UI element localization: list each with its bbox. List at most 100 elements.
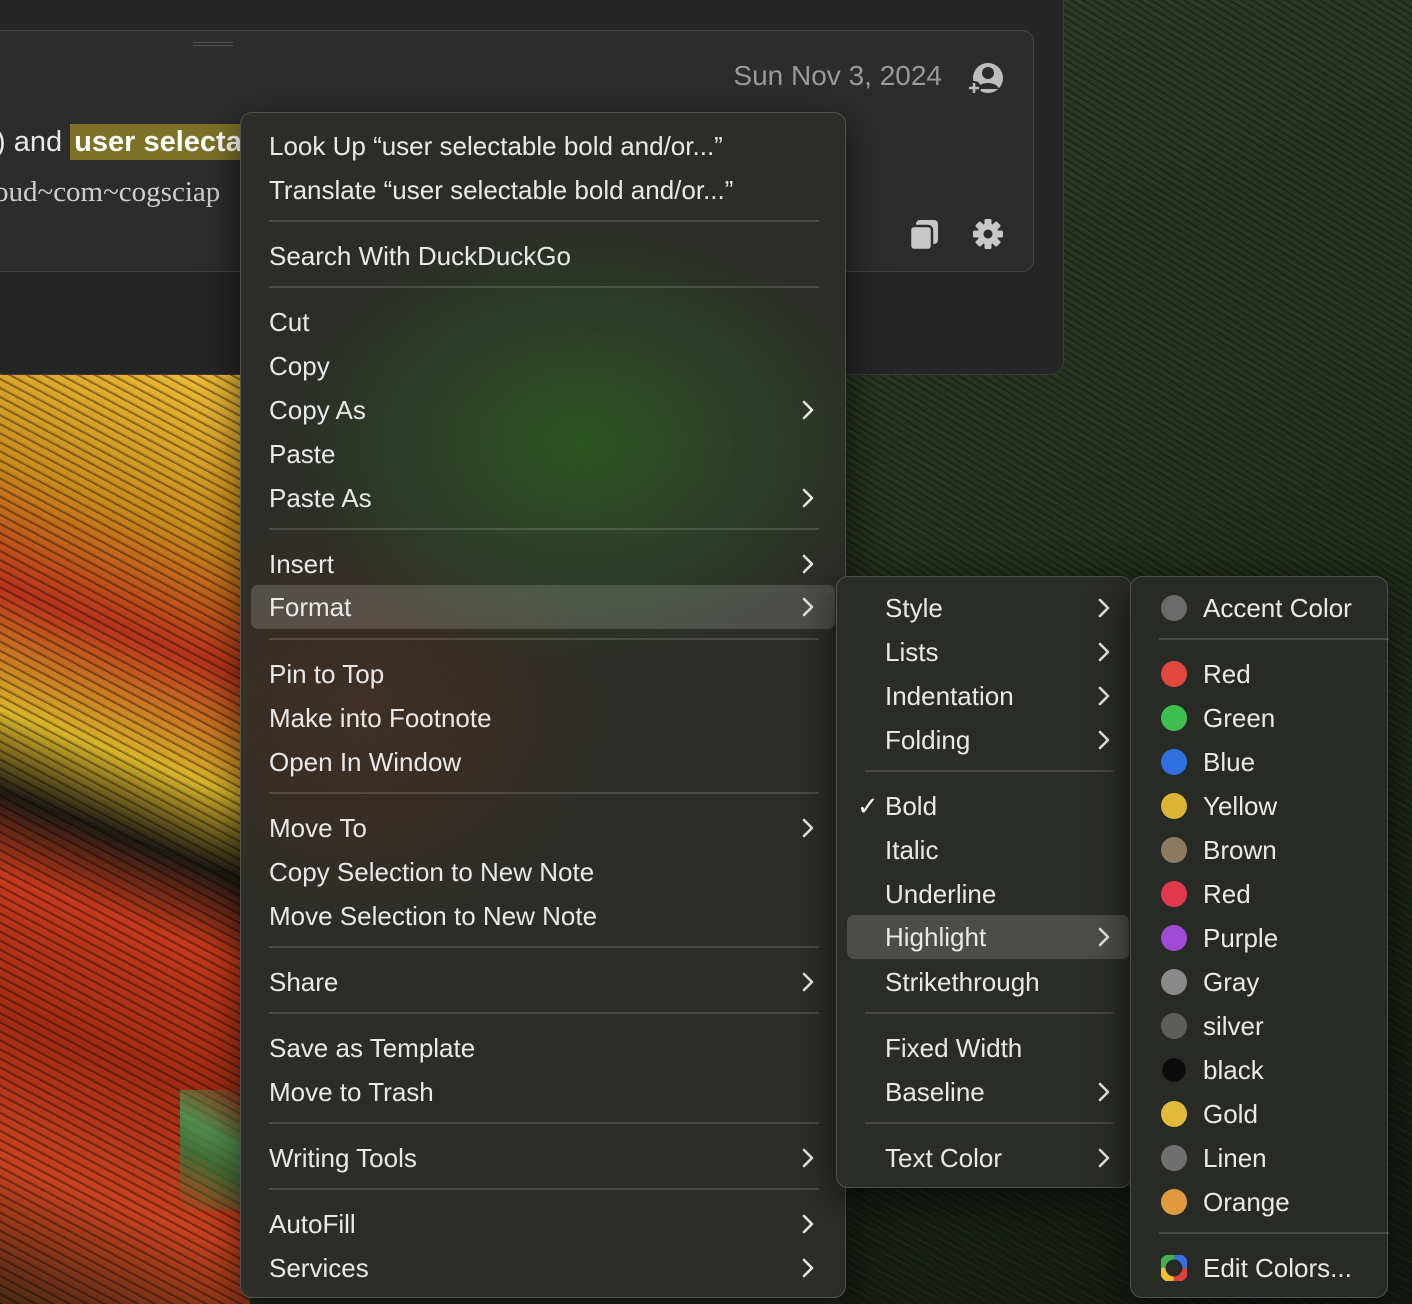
menu-item-color-gold[interactable]: Gold <box>1203 1092 1383 1136</box>
chevron-right-icon <box>1098 598 1110 618</box>
menu-item-text-color[interactable]: Text Color <box>885 1136 1121 1180</box>
color-swatch <box>1161 1013 1187 1039</box>
color-swatch <box>1161 925 1187 951</box>
menu-separator <box>269 1188 819 1190</box>
format-submenu: Style Lists Indentation Folding ✓ Bold I… <box>836 576 1132 1188</box>
color-wheel-icon <box>1161 1255 1187 1281</box>
menu-item-lists[interactable]: Lists <box>885 630 1121 674</box>
menu-item-look-up[interactable]: Look Up “user selectable bold and/or...” <box>269 124 829 168</box>
menu-item-color-linen[interactable]: Linen <box>1203 1136 1383 1180</box>
menu-item-strikethrough[interactable]: Strikethrough <box>885 960 1121 1004</box>
chevron-right-icon <box>1098 1148 1110 1168</box>
menu-item-baseline[interactable]: Baseline <box>885 1070 1121 1114</box>
menu-item-color-purple[interactable]: Purple <box>1203 916 1383 960</box>
menu-item-search-duckduckgo[interactable]: Search With DuckDuckGo <box>269 234 829 278</box>
menu-item-autofill[interactable]: AutoFill <box>269 1202 829 1246</box>
chevron-right-icon <box>1098 686 1110 706</box>
menu-item-highlight[interactable]: Highlight <box>885 915 1121 959</box>
chevron-right-icon <box>802 400 814 420</box>
menu-item-color-black[interactable]: black <box>1203 1048 1383 1092</box>
menu-item-color-blue[interactable]: Blue <box>1203 740 1383 784</box>
menu-item-color-gray[interactable]: Gray <box>1203 960 1383 1004</box>
chevron-right-icon <box>802 1148 814 1168</box>
color-swatch <box>1161 661 1187 687</box>
note-text-line-2: oud~com~cogsciap <box>0 176 221 208</box>
desktop-wallpaper-left <box>0 370 250 1304</box>
menu-item-format[interactable]: Format <box>269 585 829 629</box>
menu-item-make-footnote[interactable]: Make into Footnote <box>269 696 829 740</box>
menu-item-copy-as[interactable]: Copy As <box>269 388 829 432</box>
note-text-line-1: ) and user selecta <box>0 124 246 160</box>
chevron-right-icon <box>802 488 814 508</box>
menu-item-move-to-trash[interactable]: Move to Trash <box>269 1070 829 1114</box>
menu-item-indentation[interactable]: Indentation <box>885 674 1121 718</box>
context-menu: Look Up “user selectable bold and/or...”… <box>240 112 846 1298</box>
menu-item-color-silver[interactable]: silver <box>1203 1004 1383 1048</box>
menu-item-underline[interactable]: Underline <box>885 872 1121 916</box>
menu-separator <box>269 1012 819 1014</box>
menu-item-folding[interactable]: Folding <box>885 718 1121 762</box>
color-swatch <box>1161 837 1187 863</box>
menu-item-color-brown[interactable]: Brown <box>1203 828 1383 872</box>
chevron-right-icon <box>802 818 814 838</box>
menu-separator <box>1159 1232 1389 1234</box>
note-date: Sun Nov 3, 2024 <box>733 60 942 91</box>
menu-item-share[interactable]: Share <box>269 960 829 1004</box>
menu-separator <box>269 792 819 794</box>
menu-item-paste-as[interactable]: Paste As <box>269 476 829 520</box>
color-swatch <box>1161 1057 1187 1083</box>
color-swatch <box>1161 705 1187 731</box>
chevron-right-icon <box>802 1214 814 1234</box>
menu-separator <box>269 946 819 948</box>
menu-item-italic[interactable]: Italic <box>885 828 1121 872</box>
menu-separator <box>865 1012 1113 1014</box>
menu-item-edit-colors[interactable]: Edit Colors... <box>1203 1246 1383 1290</box>
collaborate-icon[interactable] <box>964 58 1006 98</box>
menu-item-copy[interactable]: Copy <box>269 344 829 388</box>
chevron-right-icon <box>1098 927 1110 947</box>
menu-item-move-selection-new-note[interactable]: Move Selection to New Note <box>269 894 829 938</box>
menu-item-insert[interactable]: Insert <box>269 542 829 586</box>
menu-item-color-orange[interactable]: Orange <box>1203 1180 1383 1224</box>
menu-item-color-red[interactable]: Red <box>1203 652 1383 696</box>
menu-item-copy-selection-new-note[interactable]: Copy Selection to New Note <box>269 850 829 894</box>
menu-separator <box>865 1122 1113 1124</box>
color-swatch <box>1161 1101 1187 1127</box>
gear-icon[interactable] <box>970 216 1006 252</box>
menu-item-translate[interactable]: Translate “user selectable bold and/or..… <box>269 168 829 212</box>
menu-item-color-red[interactable]: Red <box>1203 872 1383 916</box>
menu-separator <box>269 220 819 222</box>
chevron-right-icon <box>802 972 814 992</box>
chevron-right-icon <box>1098 642 1110 662</box>
color-swatch <box>1161 1145 1187 1171</box>
menu-item-open-in-window[interactable]: Open In Window <box>269 740 829 784</box>
chevron-right-icon <box>802 554 814 574</box>
menu-item-services[interactable]: Services <box>269 1246 829 1290</box>
menu-separator <box>269 638 819 640</box>
chevron-right-icon <box>802 1258 814 1278</box>
menu-item-style[interactable]: Style <box>885 586 1121 630</box>
selected-text[interactable]: user selecta <box>70 124 246 160</box>
menu-item-cut[interactable]: Cut <box>269 300 829 344</box>
menu-item-move-to[interactable]: Move To <box>269 806 829 850</box>
color-swatch <box>1161 969 1187 995</box>
menu-item-save-as-template[interactable]: Save as Template <box>269 1026 829 1070</box>
menu-item-fixed-width[interactable]: Fixed Width <box>885 1026 1121 1070</box>
menu-item-writing-tools[interactable]: Writing Tools <box>269 1136 829 1180</box>
menu-item-pin-to-top[interactable]: Pin to Top <box>269 652 829 696</box>
note-text-prefix: ) and <box>0 126 71 158</box>
chevron-right-icon <box>802 597 814 617</box>
menu-separator <box>1159 638 1389 640</box>
menu-item-color-green[interactable]: Green <box>1203 696 1383 740</box>
chevron-right-icon <box>1098 1082 1110 1102</box>
copy-icon[interactable] <box>906 216 942 252</box>
drag-handle[interactable] <box>193 42 233 46</box>
highlight-color-submenu: Accent Color Red Green Blue Yellow Brown Red P… <box>1130 576 1389 1298</box>
menu-item-bold[interactable]: Bold <box>885 784 1121 828</box>
menu-item-color-yellow[interactable]: Yellow <box>1203 784 1383 828</box>
menu-item-paste[interactable]: Paste <box>269 432 829 476</box>
menu-separator <box>269 1122 819 1124</box>
menu-item-accent-color[interactable]: Accent Color <box>1203 586 1383 630</box>
color-swatch <box>1161 749 1187 775</box>
color-swatch <box>1161 881 1187 907</box>
